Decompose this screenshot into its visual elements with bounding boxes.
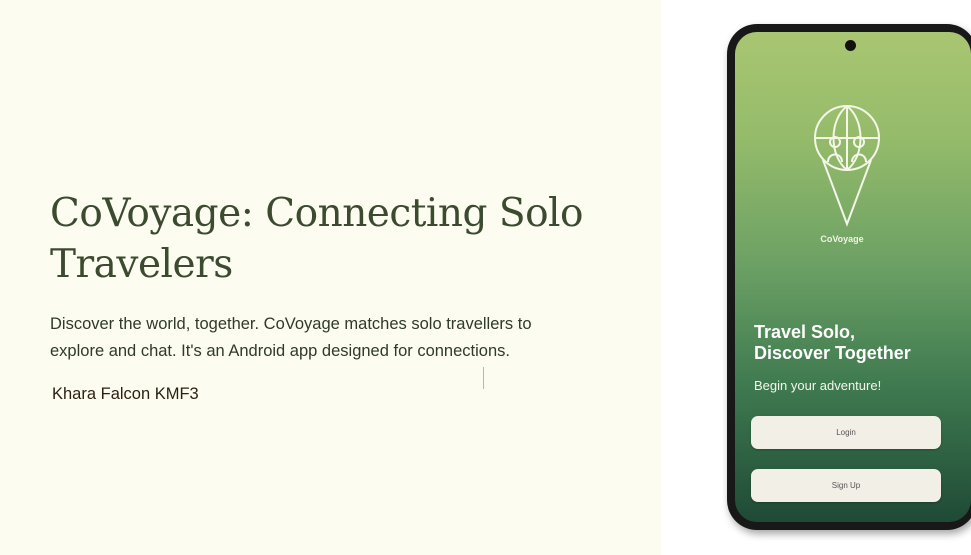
signup-button[interactable]: Sign Up xyxy=(751,469,941,502)
app-brand-label: CoVoyage xyxy=(820,234,864,244)
front-camera xyxy=(845,40,856,51)
headline-line-1: Travel Solo, xyxy=(754,322,856,342)
slide-title: CoVoyage: Connecting Solo Travelers xyxy=(50,191,584,287)
slide-content-panel: CoVoyage: Connecting Solo Travelers Disc… xyxy=(0,0,661,555)
login-button[interactable]: Login xyxy=(751,416,941,449)
slide-author: Khara Falcon KMF3 xyxy=(52,385,199,403)
app-headline: Travel Solo, Discover Together xyxy=(754,322,954,364)
app-tagline: Begin your adventure! xyxy=(754,378,882,393)
headline-line-2: Discover Together xyxy=(754,343,911,363)
text-cursor xyxy=(483,367,484,389)
globe-pin-travelers-icon xyxy=(811,100,883,230)
phone-screen: CoVoyage Travel Solo, Discover Together … xyxy=(735,32,971,522)
slide-subtitle: Discover the world, together. CoVoyage m… xyxy=(50,315,532,360)
